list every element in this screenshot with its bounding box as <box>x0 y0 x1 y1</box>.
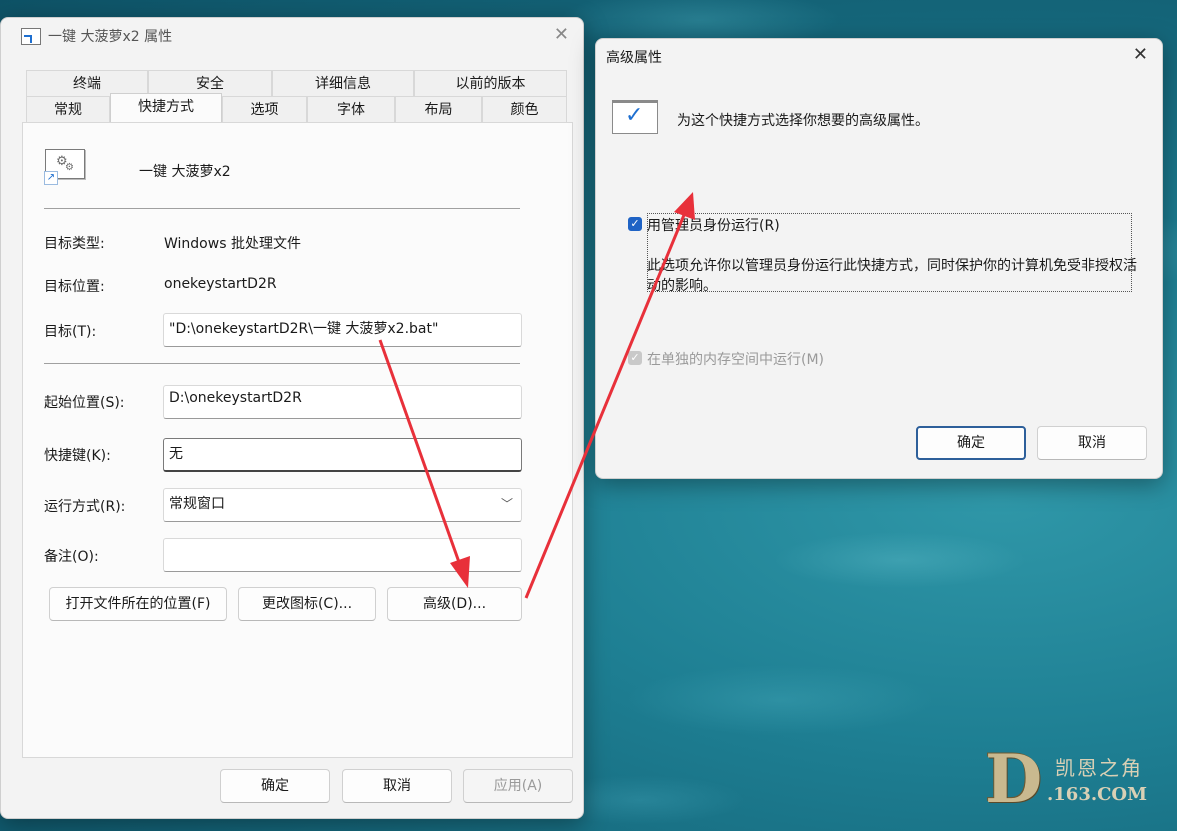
tab-row-1: 终端 安全 详细信息 以前的版本 <box>26 70 567 96</box>
advanced-button[interactable]: 高级(D)... <box>387 587 522 621</box>
shortcut-arrow-icon: ↗ <box>44 171 58 185</box>
batch-file-icon: ⚙ ⚙ ↗ <box>44 149 85 185</box>
close-icon[interactable]: ✕ <box>1133 44 1148 65</box>
target-input[interactable]: "D:\onekeystartD2R\一键 大菠萝x2.bat" <box>163 313 522 347</box>
target-label: 目标(T): <box>44 324 97 340</box>
run-as-admin-note: 此选项允许你以管理员身份运行此快捷方式，同时保护你的计算机免受非授权活动的影响。 <box>647 258 1137 294</box>
divider <box>44 363 520 364</box>
change-icon-button[interactable]: 更改图标(C)... <box>238 587 376 621</box>
gear-small-icon: ⚙ <box>65 162 74 173</box>
separate-memory-label[interactable]: 在单独的内存空间中运行(M) <box>647 349 824 369</box>
cancel-button[interactable]: 取消 <box>1037 426 1147 460</box>
tab-previous-versions[interactable]: 以前的版本 <box>414 70 567 96</box>
tab-layout[interactable]: 布局 <box>395 96 482 122</box>
cancel-button[interactable]: 取消 <box>342 769 452 803</box>
ok-button[interactable]: 确定 <box>220 769 330 803</box>
advanced-properties-dialog: 高级属性 ✕ ✓ 为这个快捷方式选择你想要的高级属性。 ✓ 用管理员身份运行(R… <box>595 38 1163 479</box>
target-type-label: 目标类型: <box>44 236 105 252</box>
dialog-title: 高级属性 <box>606 50 662 66</box>
tab-options[interactable]: 选项 <box>222 96 307 122</box>
comment-input[interactable] <box>163 538 522 572</box>
checkmark-window-icon: ✓ <box>612 100 658 134</box>
run-as-admin-label[interactable]: 用管理员身份运行(R) <box>647 215 780 235</box>
shortcut-name: 一键 大菠萝x2 <box>139 164 231 180</box>
tab-row-2: 常规 快捷方式 选项 字体 布局 颜色 <box>26 93 567 122</box>
target-type-value: Windows 批处理文件 <box>164 236 301 252</box>
tab-font[interactable]: 字体 <box>307 96 395 122</box>
watermark-logo: D 凯恩之角 .163.COM <box>985 740 1165 820</box>
target-location-label: 目标位置: <box>44 279 105 295</box>
open-file-location-button[interactable]: 打开文件所在的位置(F) <box>49 587 227 621</box>
comment-label: 备注(O): <box>44 549 99 565</box>
watermark-text: 凯恩之角 <box>1055 756 1143 780</box>
dialog-body: ✓ 为这个快捷方式选择你想要的高级属性。 ✓ 用管理员身份运行(R) 此选项允许… <box>596 74 1162 478</box>
tab-details[interactable]: 详细信息 <box>272 70 414 96</box>
divider <box>44 208 520 209</box>
window-title: 一键 大菠萝x2 属性 <box>48 29 173 45</box>
start-in-input[interactable]: D:\onekeystartD2R <box>163 385 522 419</box>
run-select-value: 常规窗口 <box>169 496 225 512</box>
separate-memory-checkbox[interactable]: ✓ <box>628 351 642 365</box>
apply-button[interactable]: 应用(A) <box>463 769 573 803</box>
tab-shortcut[interactable]: 快捷方式 <box>110 93 222 122</box>
shortcut-panel: ⚙ ⚙ ↗ 一键 大菠萝x2 目标类型: Windows 批处理文件 目标位置:… <box>22 122 573 758</box>
target-location-value: onekeystartD2R <box>164 276 277 292</box>
watermark-domain: .163.COM <box>1047 784 1148 805</box>
dialog-description: 为这个快捷方式选择你想要的高级属性。 <box>677 113 929 129</box>
chevron-down-icon: ﹀ <box>500 497 513 511</box>
logo-letter: D <box>985 740 1043 818</box>
tab-general[interactable]: 常规 <box>26 96 110 122</box>
start-in-label: 起始位置(S): <box>44 395 125 411</box>
run-select[interactable]: 常规窗口 ﹀ <box>163 488 522 522</box>
hotkey-input[interactable]: 无 <box>163 438 522 472</box>
titlebar: 一键 大菠萝x2 属性 ✕ <box>1 18 583 54</box>
close-icon[interactable]: ✕ <box>554 24 569 45</box>
properties-dialog: 一键 大菠萝x2 属性 ✕ 终端 安全 详细信息 以前的版本 常规 快捷方式 选… <box>0 17 584 819</box>
run-as-admin-checkbox[interactable]: ✓ <box>628 217 642 231</box>
shortcut-icon <box>21 28 41 45</box>
run-label: 运行方式(R): <box>44 499 126 515</box>
ok-button[interactable]: 确定 <box>916 426 1026 460</box>
tab-colors[interactable]: 颜色 <box>482 96 567 122</box>
hotkey-label: 快捷键(K): <box>44 448 111 464</box>
